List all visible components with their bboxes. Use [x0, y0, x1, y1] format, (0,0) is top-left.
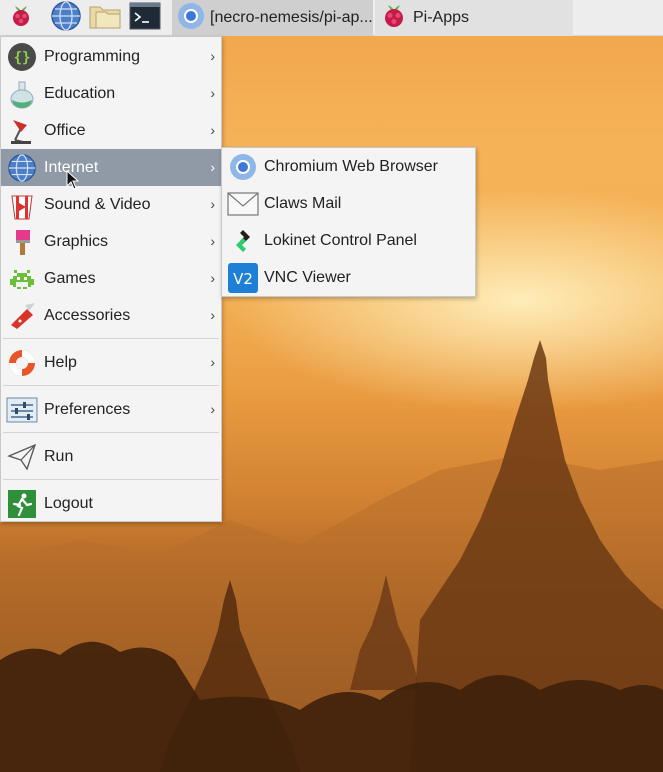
- web-browser-launcher[interactable]: [50, 0, 82, 37]
- chromium-icon: [176, 1, 206, 36]
- knife-icon: [5, 300, 39, 332]
- chevron-right-icon: ›: [210, 48, 215, 64]
- chevron-right-icon: ›: [210, 85, 215, 101]
- menu-item-label: Lokinet Control Panel: [264, 231, 417, 249]
- task-chromium-window[interactable]: [necro-nemesis/pi-ap...: [172, 0, 373, 36]
- chevron-right-icon: ›: [210, 196, 215, 212]
- mouse-cursor-icon: [66, 169, 80, 195]
- menu-item-label: VNC Viewer: [264, 268, 351, 286]
- raspberry-icon: [379, 1, 409, 36]
- exit-icon: [5, 488, 39, 520]
- menu-separator: [3, 385, 219, 386]
- submenu-item-chromium[interactable]: Chromium Web Browser: [222, 148, 475, 185]
- task-pi-apps-window[interactable]: Pi-Apps: [375, 0, 573, 36]
- lamp-icon: [5, 115, 39, 147]
- menu-item-label: Preferences: [44, 400, 131, 418]
- terminal-icon: [129, 1, 161, 36]
- terminal-launcher[interactable]: [129, 2, 161, 34]
- chevron-right-icon: ›: [210, 122, 215, 138]
- task-label: Pi-Apps: [413, 9, 470, 26]
- sliders-icon: [5, 394, 39, 426]
- menu-item-internet[interactable]: Internet ›: [1, 149, 221, 186]
- menu-item-label: Office: [44, 121, 86, 139]
- lokinet-icon: [226, 225, 260, 257]
- menu-item-label: Programming: [44, 47, 141, 65]
- globe-icon: [50, 0, 82, 37]
- chevron-right-icon: ›: [210, 354, 215, 370]
- menu-item-label: Education: [44, 84, 116, 102]
- globe-icon: [5, 152, 39, 184]
- popcorn-icon: [5, 189, 39, 221]
- menu-item-help[interactable]: Help ›: [1, 344, 221, 381]
- menu-item-label: Logout: [44, 494, 93, 512]
- taskbar: [necro-nemesis/pi-ap... Pi-Apps: [0, 0, 663, 36]
- menu-item-preferences[interactable]: Preferences ›: [1, 391, 221, 428]
- menu-item-programming[interactable]: {} Programming ›: [1, 38, 221, 75]
- svg-text:{}: {}: [14, 50, 31, 66]
- paintbrush-icon: [5, 226, 39, 258]
- lifebuoy-icon: [5, 347, 39, 379]
- menu-item-office[interactable]: Office ›: [1, 112, 221, 149]
- menu-item-label: Chromium Web Browser: [264, 157, 438, 175]
- menu-separator: [3, 479, 219, 480]
- menu-item-label: Run: [44, 447, 74, 465]
- menu-separator: [3, 432, 219, 433]
- menu-item-education[interactable]: Education ›: [1, 75, 221, 112]
- chevron-right-icon: ›: [210, 401, 215, 417]
- raspberry-icon: [6, 1, 36, 36]
- file-manager-launcher[interactable]: [88, 2, 122, 34]
- chevron-right-icon: ›: [210, 233, 215, 249]
- menu-item-label: Graphics: [44, 232, 109, 250]
- menu-separator: [3, 338, 219, 339]
- menu-item-run[interactable]: Run: [1, 438, 221, 475]
- menu-item-label: Claws Mail: [264, 194, 342, 212]
- paper-plane-icon: [5, 441, 39, 473]
- envelope-icon: [226, 188, 260, 220]
- invader-icon: [5, 263, 39, 295]
- menu-item-label: Accessories: [44, 306, 131, 324]
- chevron-right-icon: ›: [210, 159, 215, 175]
- chevron-right-icon: ›: [210, 307, 215, 323]
- raspberry-menu-button[interactable]: [6, 2, 36, 34]
- menu-item-label: Sound & Video: [44, 195, 151, 213]
- svg-text:V2: V2: [233, 270, 253, 288]
- internet-submenu: Chromium Web Browser Claws Mail Lokinet …: [221, 147, 476, 297]
- menu-item-accessories[interactable]: Accessories ›: [1, 297, 221, 334]
- submenu-item-claws-mail[interactable]: Claws Mail: [222, 185, 475, 222]
- submenu-item-vnc-viewer[interactable]: V2 VNC Viewer: [222, 259, 475, 296]
- menu-item-graphics[interactable]: Graphics ›: [1, 223, 221, 260]
- menu-item-label: Games: [44, 269, 96, 287]
- flask-icon: [5, 78, 39, 110]
- menu-item-logout[interactable]: Logout: [1, 485, 221, 522]
- main-menu: {} Programming › Education › Office › In…: [0, 36, 222, 522]
- folder-icon: [88, 1, 122, 36]
- submenu-item-lokinet[interactable]: Lokinet Control Panel: [222, 222, 475, 259]
- task-label: [necro-nemesis/pi-ap...: [210, 9, 373, 26]
- chromium-icon: [226, 151, 260, 183]
- chevron-right-icon: ›: [210, 270, 215, 286]
- programming-icon: {}: [5, 41, 39, 73]
- menu-item-label: Help: [44, 353, 77, 371]
- vnc-icon: V2: [226, 262, 260, 294]
- menu-item-sound-video[interactable]: Sound & Video ›: [1, 186, 221, 223]
- menu-item-games[interactable]: Games ›: [1, 260, 221, 297]
